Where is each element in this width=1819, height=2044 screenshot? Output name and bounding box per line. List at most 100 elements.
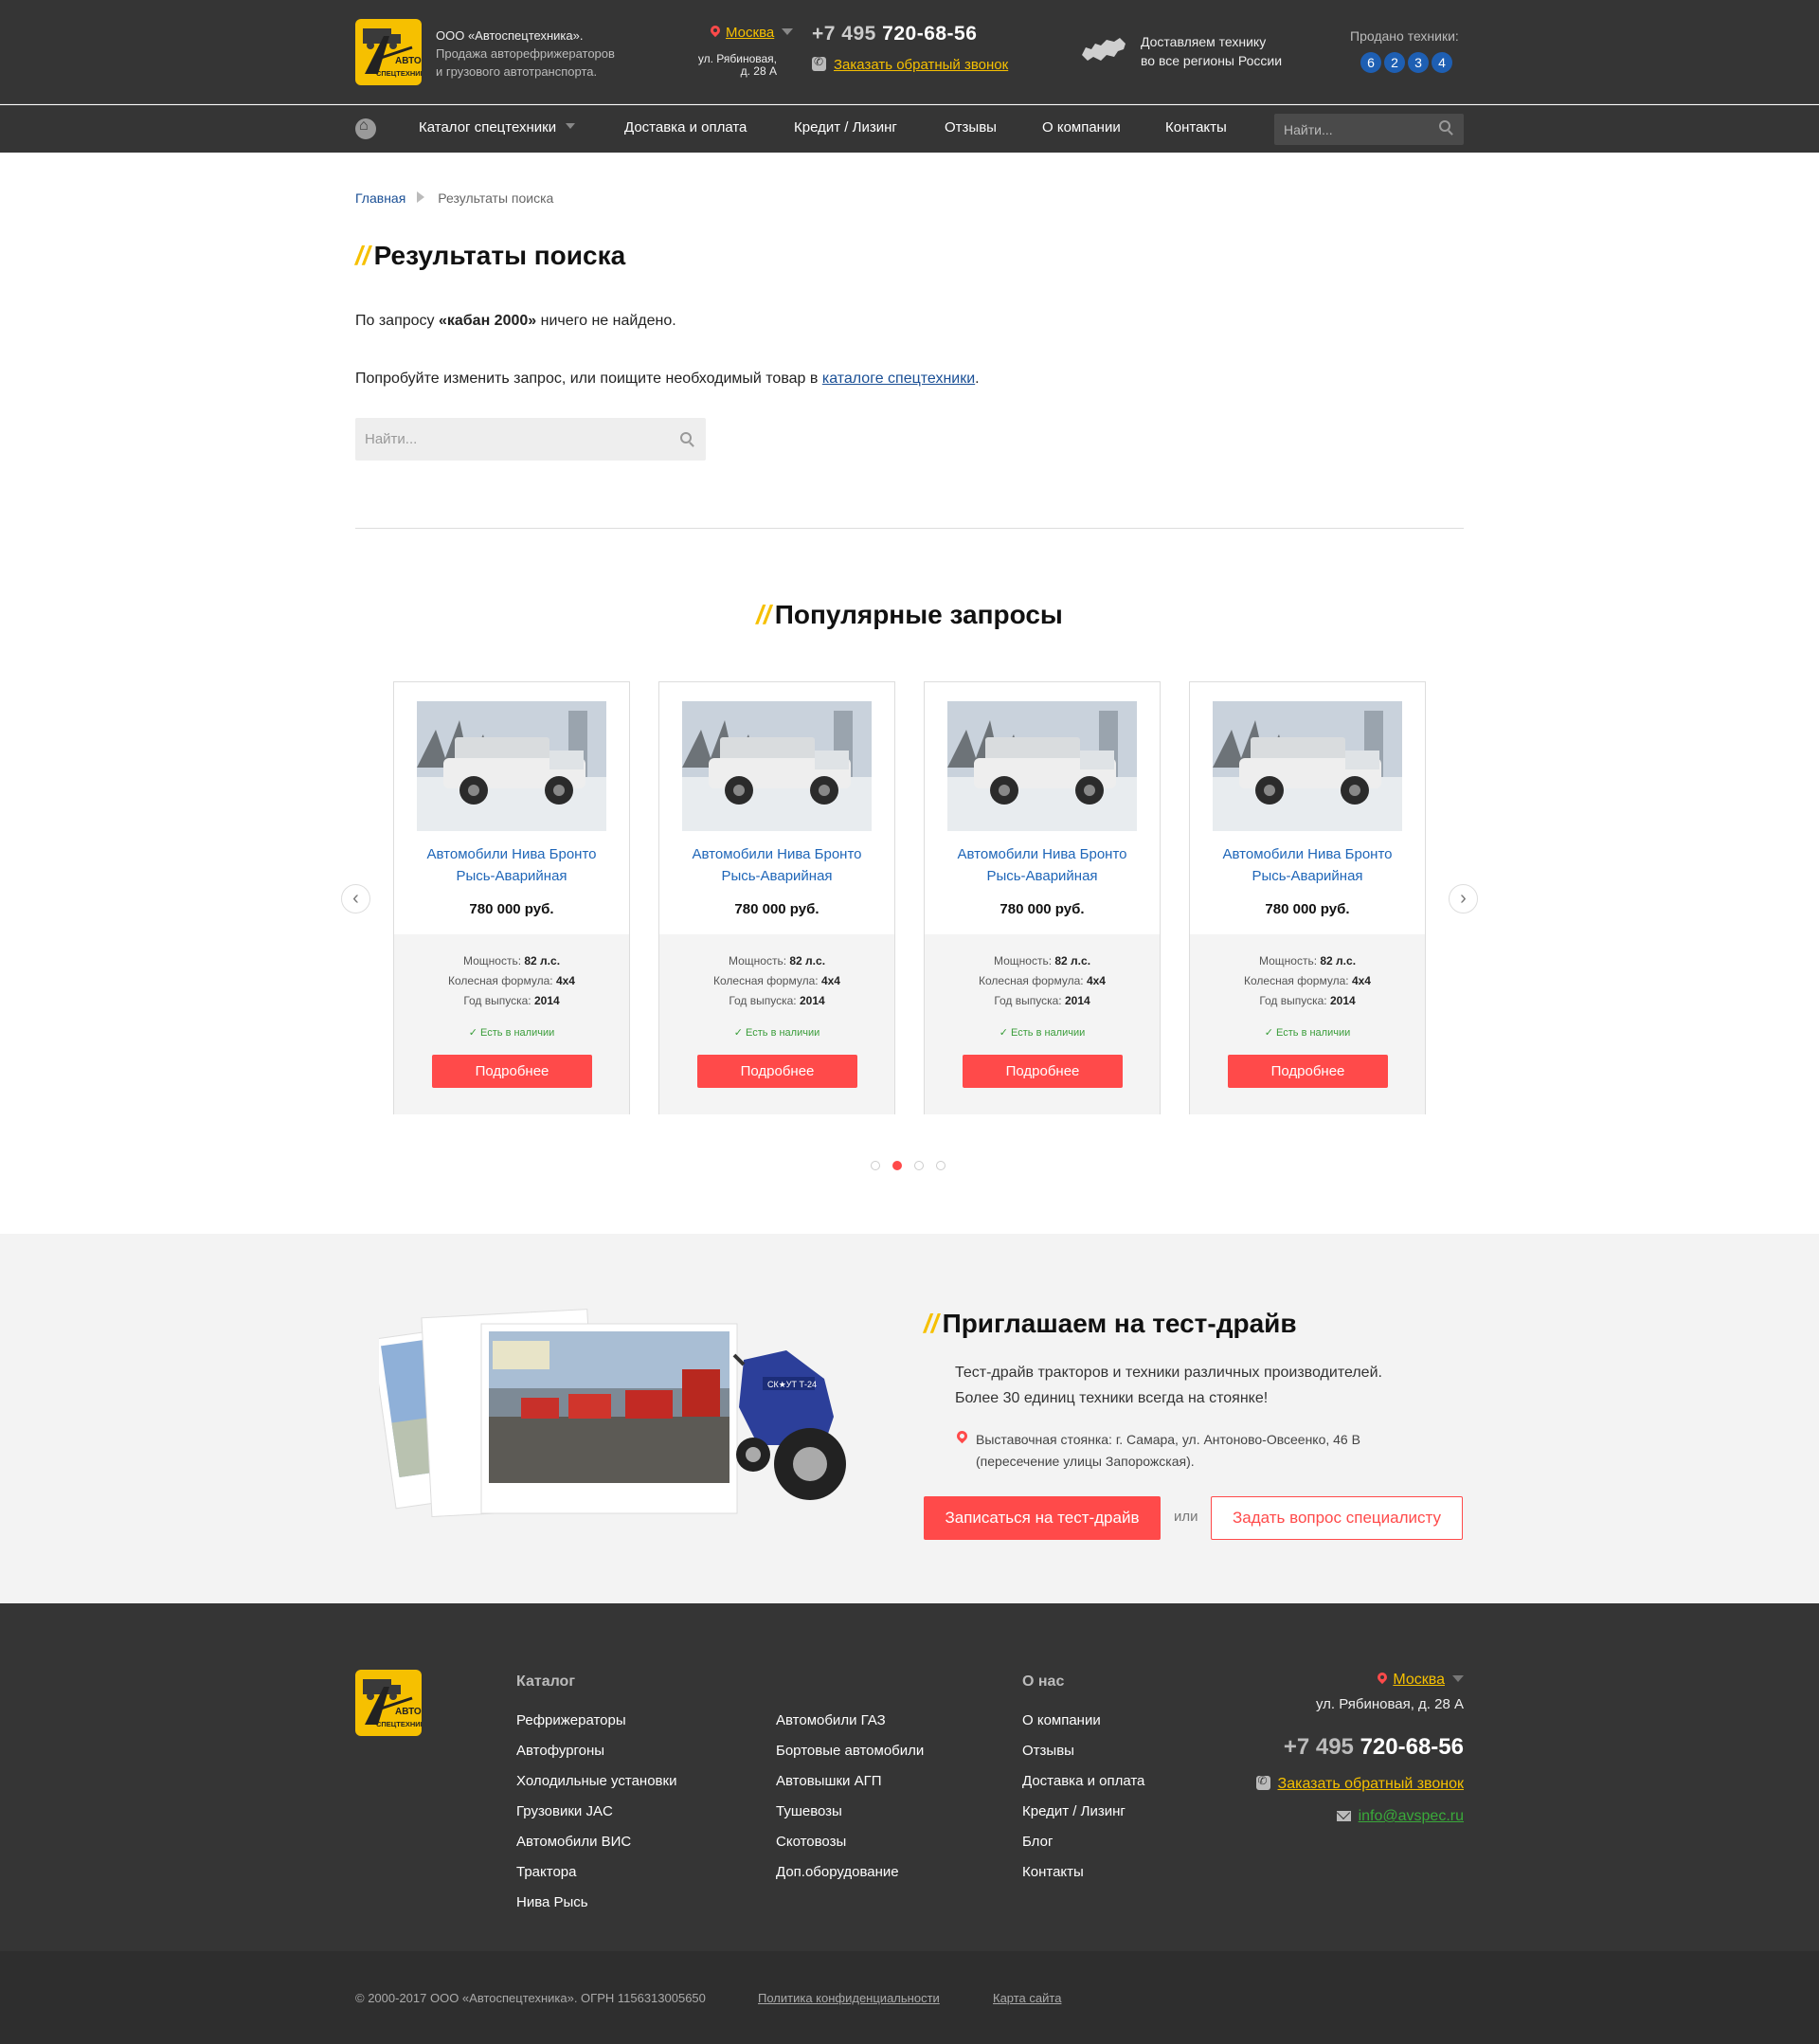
footer-link[interactable]: Трактора [516,1857,676,1888]
sitemap-link[interactable]: Карта сайта [993,1991,1061,2005]
details-button[interactable]: Подробнее [697,1055,857,1088]
product-price: 780 000 руб. [734,901,819,917]
spec-list: Мощность: 82 л.с. Колесная формула: 4x4 … [394,951,629,1011]
footer-link[interactable]: Автомобили ГАЗ [776,1706,924,1736]
nav-item-about[interactable]: О компании [1042,119,1121,136]
carousel-dot[interactable] [914,1161,924,1170]
footer-phone[interactable]: +7 495 720-68-56 [1284,1734,1464,1761]
spec-label: Год выпуска: [463,994,531,1007]
footer-link[interactable]: О компании [1022,1706,1144,1736]
spec-value: 4x4 [1351,974,1371,987]
breadcrumb-home[interactable]: Главная [355,190,405,206]
details-button[interactable]: Подробнее [963,1055,1123,1088]
footer-link[interactable]: Автовышки АГП [776,1766,924,1797]
carousel-dot[interactable] [936,1161,946,1170]
product-photo[interactable] [682,701,872,831]
product-card[interactable]: Автомобили Нива Бронто Рысь-Аварийная 780… [393,681,630,1114]
footer-catalog-list-2: Автомобили ГАЗ Бортовые автомобили Автов… [776,1706,924,1888]
product-card[interactable]: Автомобили Нива Бронто Рысь-Аварийная 780… [924,681,1161,1114]
product-card[interactable]: Автомобили Нива Бронто Рысь-Аварийная 780… [1189,681,1426,1114]
home-icon[interactable] [355,118,376,139]
city-selector[interactable]: Москва [711,25,794,41]
privacy-policy-link[interactable]: Политика конфиденциальности [758,1991,940,2005]
search-icon[interactable] [1439,120,1450,132]
nav-item-delivery[interactable]: Доставка и оплата [624,119,747,136]
footer-link[interactable]: Рефрижераторы [516,1706,676,1736]
product-card[interactable]: Автомобили Нива Бронто Рысь-Аварийная 780… [658,681,895,1114]
footer-callback-label[interactable]: Заказать обратный звонок [1278,1776,1464,1792]
footer-catalog-list-1: Рефрижераторы Автофургоны Холодильные ус… [516,1706,676,1918]
footer-email-label[interactable]: info@avspec.ru [1359,1808,1464,1824]
phone-icon [812,55,826,71]
header-address: ул. Рябиновая, д. 28 А [682,53,777,78]
product-photo[interactable] [417,701,606,831]
footer-logo[interactable]: АВТО СПЕЦТЕХНИКА [355,1670,422,1736]
testdrive-signup-button[interactable]: Записаться на тест-драйв [924,1496,1161,1540]
footer-link[interactable]: Автофургоны [516,1736,676,1766]
carousel-dot-active[interactable] [892,1161,902,1170]
carousel-dot[interactable] [871,1161,880,1170]
footer-link[interactable]: Блог [1022,1827,1144,1857]
footer-link[interactable]: Тушевозы [776,1797,924,1827]
spec-list: Мощность: 82 л.с. Колесная формула: 4x4 … [1190,951,1425,1011]
sold-digit: 2 [1384,52,1405,73]
title-slash-icon: // [924,1309,939,1338]
details-button[interactable]: Подробнее [432,1055,592,1088]
sold-digit: 6 [1360,52,1381,73]
carousel-prev-button[interactable]: ‹ [341,884,370,913]
spec-label: Год выпуска: [994,994,1062,1007]
chevron-down-icon[interactable] [782,28,794,35]
nav-item-catalog[interactable]: Каталог спецтехники [419,119,576,136]
callback-label[interactable]: Заказать обратный звонок [834,57,1008,73]
footer-link[interactable]: Скотовозы [776,1827,924,1857]
product-name-2: Рысь-Аварийная [986,868,1098,884]
logo[interactable]: АВТО СПЕЦТЕХНИКА [355,19,422,85]
nav-item-credit[interactable]: Кредит / Лизинг [794,119,897,136]
product-photo[interactable] [947,701,1137,831]
chevron-down-icon [566,123,576,129]
nav-search-input[interactable] [1274,114,1464,145]
footer-link[interactable]: Доставка и оплата [1022,1766,1144,1797]
footer-link[interactable]: Кредит / Лизинг [1022,1797,1144,1827]
try-post: . [975,371,980,387]
footer-city-selector[interactable]: Москва [1378,1672,1464,1689]
footer-link[interactable]: Бортовые автомобили [776,1736,924,1766]
footer-about-title: О нас [1022,1673,1065,1690]
chevron-down-icon[interactable] [1452,1675,1464,1682]
spec-label: Колесная формула: [713,974,819,987]
catalog-link[interactable]: каталоге спецтехники [822,371,975,387]
carousel-next-button[interactable]: › [1449,884,1478,913]
spec-label: Мощность: [993,954,1053,968]
search-icon[interactable] [680,432,692,443]
product-name-2: Рысь-Аварийная [1252,868,1363,884]
footer-link[interactable]: Холодильные установки [516,1766,676,1797]
footer-link[interactable]: Отзывы [1022,1736,1144,1766]
city-link[interactable]: Москва [726,25,774,41]
availability-label: Есть в наличии [746,1027,820,1039]
nav-item-contacts[interactable]: Контакты [1165,119,1227,136]
header-phone[interactable]: +7 495 720-68-56 [812,23,977,45]
footer-city-link[interactable]: Москва [1393,1672,1445,1688]
details-button[interactable]: Подробнее [1228,1055,1388,1088]
footer-email-link[interactable]: info@avspec.ru [1336,1808,1464,1825]
callback-link[interactable]: Заказать обратный звонок [812,55,1008,73]
ask-specialist-button[interactable]: Задать вопрос специалисту [1211,1496,1463,1540]
product-name[interactable]: Автомобили Нива Бронто Рысь-Аварийная [394,843,629,887]
product-photo[interactable] [1213,701,1402,831]
sold-label: Продано техники: [1350,28,1459,44]
footer-link[interactable]: Доп.оборудование [776,1857,924,1888]
try-text: Попробуйте изменить запрос, или поищите … [355,371,980,388]
footer-callback-link[interactable]: Заказать обратный звонок [1255,1774,1464,1793]
footer-link[interactable]: Грузовики JAC [516,1797,676,1827]
footer-link[interactable]: Нива Рысь [516,1888,676,1918]
footer-link[interactable]: Автомобили ВИС [516,1827,676,1857]
spec-wheel: Колесная формула: 4x4 [1190,971,1425,991]
product-price: 780 000 руб. [1000,901,1085,917]
product-name[interactable]: Автомобили Нива Бронто Рысь-Аварийная [925,843,1160,887]
nav-item-reviews[interactable]: Отзывы [945,119,997,136]
search-input[interactable] [355,418,706,461]
footer-link[interactable]: Контакты [1022,1857,1144,1888]
product-name[interactable]: Автомобили Нива Бронто Рысь-Аварийная [659,843,894,887]
footer-catalog-title: Каталог [516,1673,575,1690]
product-name[interactable]: Автомобили Нива Бронто Рысь-Аварийная [1190,843,1425,887]
